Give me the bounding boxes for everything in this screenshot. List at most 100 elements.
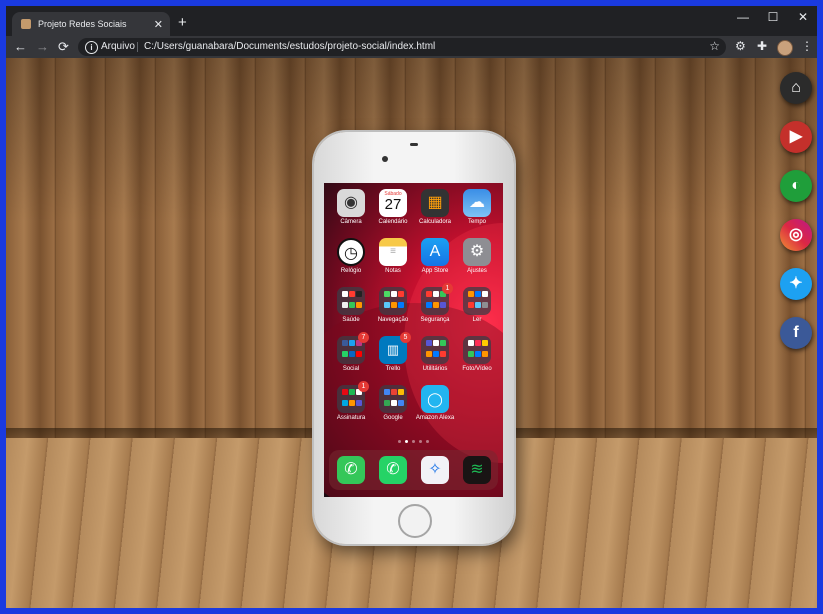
info-icon[interactable]: i (85, 41, 98, 54)
new-tab-button[interactable]: + (178, 14, 187, 31)
iphone-mockup: ◉ Câmera Sábado 27 Calendário ▦ Calculad… (314, 132, 514, 544)
page-dot-active (405, 440, 408, 443)
app-label: Trello (385, 366, 401, 372)
app-label: Utilitários (422, 366, 448, 372)
phone-icon[interactable]: ✆ (337, 456, 365, 484)
app-label: Assinatura (336, 415, 366, 421)
home-icon[interactable]: ⌂ (780, 72, 812, 104)
extensions-puzzle-icon[interactable]: ✚ (757, 39, 767, 53)
minimize-button[interactable]: — (728, 10, 758, 24)
settings-icon: ⚙ (463, 238, 491, 266)
calculator-icon: ▦ (421, 189, 449, 217)
notification-badge: 1 (358, 381, 369, 392)
app-weather[interactable]: ☁ Tempo (456, 189, 498, 237)
app-app-store[interactable]: A App Store (414, 238, 456, 286)
page-dot (412, 440, 415, 443)
app-clock[interactable]: ◷ Relógio (330, 238, 372, 286)
app-label: Calculadora (418, 219, 452, 225)
page-dot (426, 440, 429, 443)
notification-badge: 1 (442, 283, 453, 294)
browser-menu-icon[interactable]: ⋮ (801, 39, 813, 53)
phone-screen: ◉ Câmera Sábado 27 Calendário ▦ Calculad… (324, 183, 503, 497)
page-content: ◉ Câmera Sábado 27 Calendário ▦ Calculad… (6, 58, 817, 608)
app-label: Google (383, 415, 403, 421)
app-label: Saúde (342, 317, 360, 323)
app-label: Calendário (378, 219, 408, 225)
camera-icon: ◉ (337, 189, 365, 217)
app-trello[interactable]: ▥ 5 Trello (372, 332, 414, 384)
folder-icon (463, 287, 491, 315)
folder-social[interactable]: 7 Social (330, 332, 372, 384)
whatsapp-icon[interactable]: ✆ (379, 456, 407, 484)
notification-badge: 7 (358, 332, 369, 343)
app-label: Navegação (377, 317, 409, 323)
app-label: Social (342, 366, 360, 372)
home-button[interactable] (398, 504, 432, 538)
safari-icon[interactable]: ✧ (421, 456, 449, 484)
app-label: Ajustes (467, 268, 487, 274)
tab-close-icon[interactable]: ✕ (154, 18, 163, 31)
instagram-icon[interactable]: ◎ (780, 219, 812, 251)
app-label: App Store (421, 268, 449, 274)
folder-google[interactable]: Google (372, 385, 414, 433)
back-button[interactable]: ← (14, 39, 27, 54)
folder-foto-video[interactable]: Foto/Vídeo (456, 336, 498, 384)
browser-toolbar: ← → ⟳ i Arquivo C:/Users/guanabara/Docum… (6, 36, 817, 58)
folder-ler[interactable]: Ler (456, 287, 498, 335)
tab-favicon-icon (21, 19, 31, 29)
tab-projeto-redes-sociais[interactable]: Projeto Redes Sociais ✕ (12, 12, 170, 36)
app-label: Segurança (420, 317, 450, 323)
address-separator (137, 42, 138, 52)
maximize-button[interactable]: ☐ (758, 10, 788, 24)
github-icon[interactable]: ◐ (780, 170, 812, 202)
app-label: Câmera (340, 219, 362, 225)
reload-button[interactable]: ⟳ (58, 39, 69, 55)
folder-assinatura[interactable]: 1 Assinatura (330, 381, 372, 433)
app-calendar[interactable]: Sábado 27 Calendário (372, 189, 414, 237)
youtube-icon[interactable]: ▶ (780, 121, 812, 153)
clock-icon: ◷ (337, 238, 365, 266)
folder-icon (337, 287, 365, 315)
folder-icon (421, 336, 449, 364)
close-window-button[interactable]: ✕ (788, 10, 817, 24)
alexa-icon: ◯ (421, 385, 449, 413)
page-indicator[interactable] (398, 440, 429, 443)
app-store-icon: A (421, 238, 449, 266)
twitter-icon[interactable]: ✦ (780, 268, 812, 300)
bookmark-star-icon[interactable]: ☆ (709, 39, 720, 53)
folder-icon: 1 (421, 283, 453, 315)
address-bar[interactable]: i Arquivo C:/Users/guanabara/Documents/e… (78, 38, 726, 56)
calendar-day-number: 27 (384, 196, 402, 213)
app-camera[interactable]: ◉ Câmera (330, 189, 372, 237)
facebook-icon[interactable]: f (780, 317, 812, 349)
folder-saude[interactable]: Saúde (330, 287, 372, 335)
app-label: Amazon Alexa (415, 415, 455, 421)
app-label: Notas (385, 268, 401, 274)
page-dot (419, 440, 422, 443)
folder-seguranca[interactable]: 1 Segurança (414, 283, 456, 335)
page-dot (398, 440, 401, 443)
forward-button[interactable]: → (36, 39, 49, 54)
calendar-icon: Sábado 27 (379, 189, 407, 217)
app-notes[interactable]: ≡ Notas (372, 238, 414, 286)
folder-icon (379, 385, 407, 413)
tab-strip: Projeto Redes Sociais ✕ + — ☐ ✕ (6, 6, 817, 36)
extension-gear-icon[interactable]: ⚙ (735, 39, 746, 53)
app-label: Relógio (340, 268, 362, 274)
app-amazon-alexa[interactable]: ◯ Amazon Alexa (414, 385, 456, 433)
folder-icon: 1 (337, 381, 369, 413)
profile-avatar[interactable] (777, 40, 793, 56)
phone-speaker (410, 143, 418, 146)
folder-utilitarios[interactable]: Utilitários (414, 336, 456, 384)
url-text[interactable]: C:/Users/guanabara/Documents/estudos/pro… (144, 41, 435, 52)
browser-window: Projeto Redes Sociais ✕ + — ☐ ✕ ← → ⟳ i … (6, 6, 817, 608)
app-calculator[interactable]: ▦ Calculadora (414, 189, 456, 237)
tab-title: Projeto Redes Sociais (38, 19, 127, 29)
app-label: Ler (472, 317, 482, 323)
folder-icon: 7 (337, 332, 369, 364)
folder-navegacao[interactable]: Navegação (372, 287, 414, 335)
notes-icon: ≡ (379, 238, 407, 266)
app-settings[interactable]: ⚙ Ajustes (456, 238, 498, 286)
scheme-label: Arquivo (101, 41, 135, 52)
spotify-icon[interactable]: ≋ (463, 456, 491, 484)
